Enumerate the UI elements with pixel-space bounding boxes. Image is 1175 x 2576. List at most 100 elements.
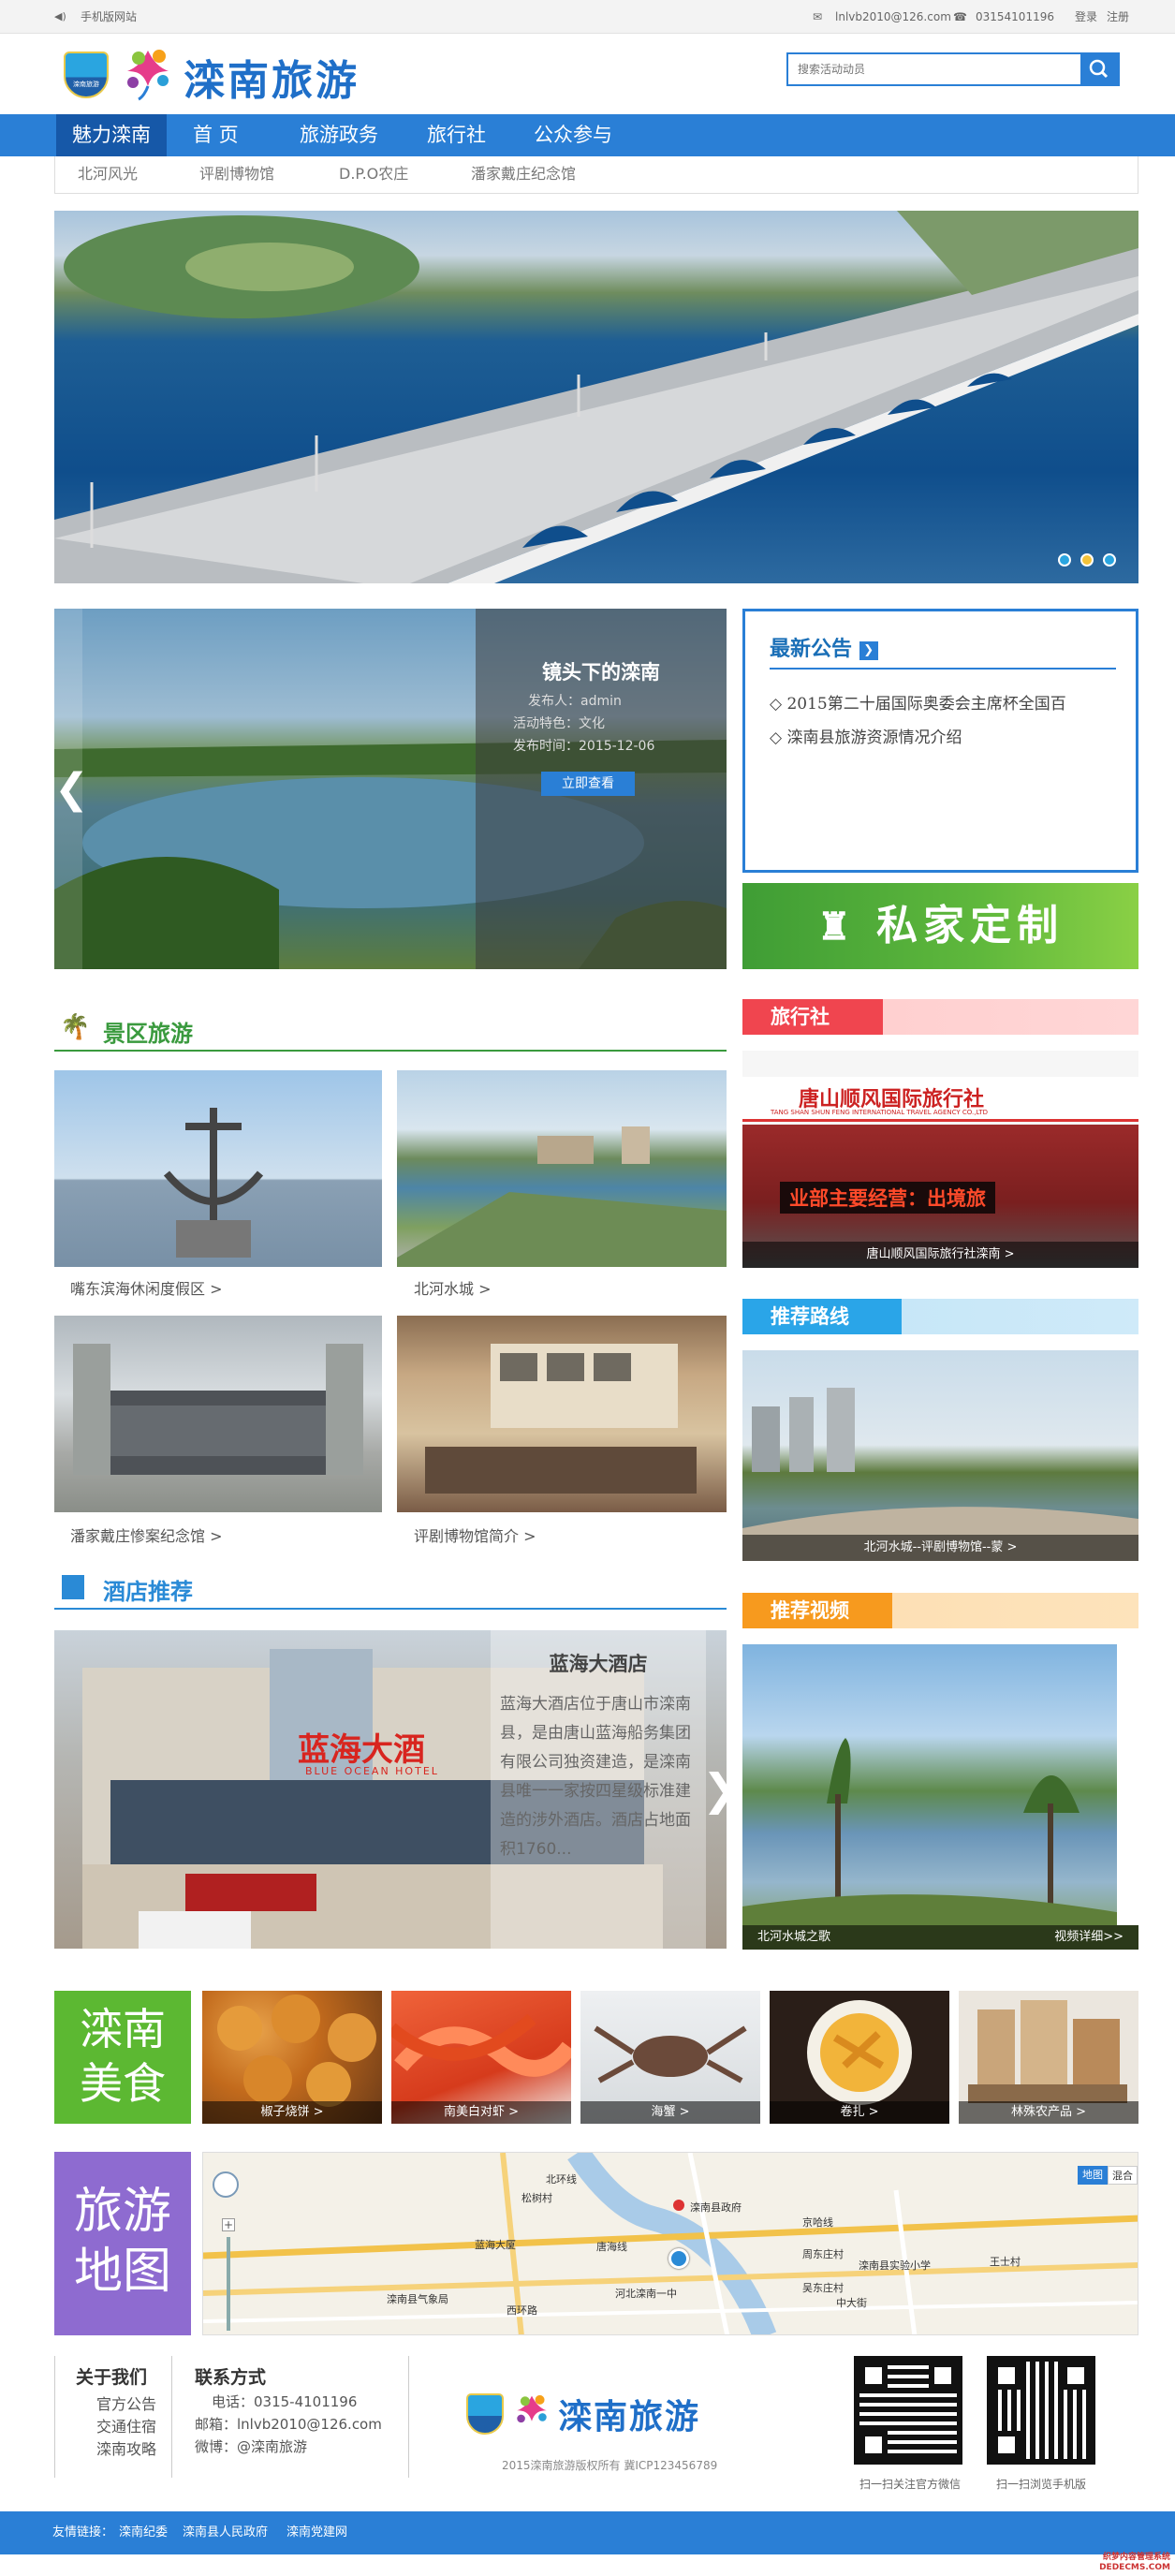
video-title-bar: 推荐视频 (742, 1593, 1138, 1628)
notice-item[interactable]: ◇ 滦南县旅游资源情况介绍 (770, 724, 962, 747)
mobile-qr-code (987, 2356, 1095, 2465)
main-nav: 魅力滦南 首 页 旅游政务 旅行社 公众参与 (0, 114, 1175, 156)
friend-link[interactable]: 滦南党建网 (286, 2511, 347, 2554)
feature-title: 镜头下的滦南 (542, 661, 660, 684)
food-card[interactable]: 南美白对虾 > (391, 1991, 571, 2124)
food-caption[interactable]: 椒子烧饼 > (202, 2101, 382, 2124)
nav-item-agency[interactable]: 旅行社 (427, 114, 486, 156)
route-caption[interactable]: 北河水城--评剧博物馆--蒙 > (742, 1535, 1138, 1561)
food-card[interactable]: 林殊农产品 > (959, 1991, 1138, 2124)
mobile-link[interactable]: 手机版网站 (81, 0, 137, 34)
slider-next-arrow[interactable]: ❯ (702, 1630, 727, 1949)
nav-item-public[interactable]: 公众参与 (534, 114, 612, 156)
satellite-type-button[interactable]: 混合 (1108, 2166, 1138, 2185)
nav-item-charm[interactable]: 魅力滦南 (56, 114, 167, 156)
nav-item-home[interactable]: 首 页 (193, 114, 239, 156)
scenic-caption[interactable]: 潘家戴庄惨案纪念馆 > (70, 1524, 223, 1546)
map-road-label: 京哈线 (802, 2216, 833, 2229)
agency-card[interactable]: 唐山顺风国际旅行社 TANG SHAN SHUN FENG INTERNATIO… (742, 1051, 1138, 1268)
arrow-right-icon: ❯ (859, 641, 878, 660)
email-text: lnlvb2010@126.com (835, 10, 951, 23)
site-logo-text: 滦南旅游 (184, 57, 360, 105)
subnav-item-beihe[interactable]: 北河风光 (78, 156, 138, 192)
carousel-dot[interactable] (1080, 553, 1094, 567)
food-caption[interactable]: 南美白对虾 > (391, 2101, 571, 2124)
map-roads (203, 2153, 1138, 2334)
footer-about-link[interactable]: 交通住宿 (96, 2414, 156, 2436)
nav-item-affairs[interactable]: 旅游政务 (300, 114, 378, 156)
custom-tour-banner[interactable]: ♜ 私家定制 (742, 883, 1138, 969)
mail-icon: ✉ (813, 10, 823, 23)
video-more-link[interactable]: 视频详细>> (1054, 1925, 1124, 1950)
scenic-card[interactable] (397, 1316, 727, 1512)
agency-title: 旅行社 (771, 1006, 830, 1028)
hotel-sign-en: BLUE OCEAN HOTEL (305, 1765, 439, 1777)
route-card[interactable]: 北河水城--评剧博物馆--蒙 > (742, 1350, 1138, 1561)
hotel-desc: 蓝海大酒店位于唐山市滦南县，是由唐山蓝海船务集团有限公司独资建造，是滦南县唯一一… (500, 1695, 691, 1859)
friend-link[interactable]: 滦南县人民政府 (183, 2511, 268, 2554)
search-input[interactable] (788, 54, 1079, 84)
agency-caption[interactable]: 唐山顺风国际旅行社滦南 > (742, 1242, 1138, 1268)
scenic-card[interactable] (54, 1316, 382, 1512)
links-label: 友情链接： (52, 2525, 114, 2539)
subnav-item-memorial[interactable]: 潘家戴庄纪念馆 (471, 156, 576, 192)
food-caption[interactable]: 海蟹 > (580, 2101, 760, 2124)
food-card[interactable]: 椒子烧饼 > (202, 1991, 382, 2124)
footer-about-title: 关于我们 (76, 2367, 148, 2388)
speaker-icon: ◀) (54, 10, 66, 22)
scenic-title: 景区旅游 (103, 1021, 193, 1047)
hotel-title: 酒店推荐 (103, 1579, 193, 1605)
food-label-tile: 滦南 美食 (54, 1991, 191, 2124)
feature-slider: ❮ 镜头下的滦南 发布人：admin 活动特色：文化 发布时间：2015-12-… (54, 609, 727, 969)
memorial-image (73, 1344, 363, 1475)
water-city-image (397, 1126, 727, 1267)
map-pin-icon (673, 2200, 684, 2211)
food-caption[interactable]: 卷扎 > (770, 2101, 949, 2124)
carousel-dot[interactable] (1058, 553, 1071, 567)
video-image (742, 1738, 1138, 1950)
map-road-label: 北环线 (546, 2173, 577, 2186)
friend-links-bar: 友情链接： 滦南纪委 滦南县人民政府 滦南党建网 (0, 2511, 1175, 2554)
scenic-heading: 🌴 景区旅游 (54, 1011, 727, 1052)
scenic-card[interactable] (397, 1070, 727, 1267)
friend-link[interactable]: 滦南纪委 (119, 2511, 168, 2554)
agency-title-bar: 旅行社 (742, 999, 1138, 1035)
feature-view-button[interactable]: 立即查看 (541, 772, 635, 796)
header: 滦南旅游 滦南旅游 (0, 34, 1175, 114)
video-card[interactable]: 北河水城之歌 视频详细>> (742, 1644, 1138, 1950)
route-image (742, 1388, 1138, 1561)
scenic-caption[interactable]: 北河水城 > (414, 1276, 492, 1299)
subnav-item-farm[interactable]: D.P.O农庄 (339, 156, 408, 192)
food-card[interactable]: 海蟹 > (580, 1991, 760, 2124)
map-zoom-in[interactable]: + (222, 2218, 235, 2231)
scenic-caption[interactable]: 嘴东滨海休闲度假区 > (70, 1276, 223, 1299)
notice-item[interactable]: ◇ 2015第二十届国际奥委会主席杯全国百 (770, 690, 1066, 714)
footer-about-link[interactable]: 官方公告 (96, 2392, 156, 2414)
hero-banner[interactable] (54, 211, 1138, 583)
food-card[interactable]: 卷扎 > (770, 1991, 949, 2124)
scenic-card[interactable] (54, 1070, 382, 1267)
scenic-caption[interactable]: 评剧博物馆简介 > (414, 1524, 536, 1546)
register-link[interactable]: 注册 (1107, 0, 1129, 34)
map-zoom-control[interactable] (213, 2171, 239, 2198)
footer-weibo[interactable]: 微博：@滦南旅游 (195, 2436, 307, 2456)
badge-logo: 滦南旅游 (64, 52, 109, 98)
search-box (786, 52, 1120, 86)
map-location-marker[interactable] (668, 2248, 689, 2269)
subnav-item-opera[interactable]: 评剧博物馆 (199, 156, 274, 192)
map-type-button[interactable]: 地图 (1078, 2166, 1108, 2185)
login-link[interactable]: 登录 (1075, 0, 1097, 34)
search-button[interactable] (1080, 54, 1118, 84)
hotel-desc-panel: 蓝海大酒店 蓝海大酒店位于唐山市滦南县，是由唐山蓝海船务集团有限公司独资建造，是… (491, 1630, 706, 1949)
feature-time: 发布时间：2015-12-06 (513, 739, 655, 754)
footer-about-link[interactable]: 滦南攻略 (96, 2436, 156, 2459)
tourism-map[interactable]: + 北环线 唐海线 中大街 西环路 京哈线 松树村 滦南县政府 蓝海大厦 滦南县… (202, 2152, 1138, 2335)
slider-prev-arrow[interactable]: ❮ (54, 609, 89, 969)
footer-phone: 电话：0315-4101196 (212, 2393, 358, 2410)
food-caption[interactable]: 林殊农产品 > (959, 2101, 1138, 2124)
video-caption[interactable]: 北河水城之歌 (757, 1925, 830, 1950)
carousel-dot[interactable] (1103, 553, 1116, 567)
footer: 关于我们 官方公告 交通住宿 滦南攻略 联系方式 电话：0315-4101196… (54, 2356, 1138, 2496)
top-bar: ◀) 手机版网站 ✉ lnlvb2010@126.com ☎ 031541011… (0, 0, 1175, 34)
map-zoom-slider[interactable] (227, 2237, 230, 2331)
